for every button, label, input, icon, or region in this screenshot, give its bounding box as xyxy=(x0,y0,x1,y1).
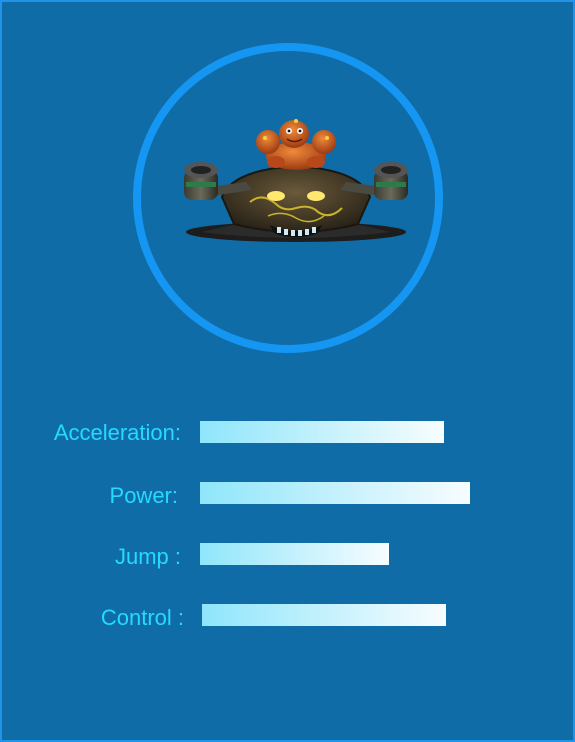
character-stats-panel: Acceleration: Power: Jump : Control : xyxy=(0,0,575,742)
power-bar xyxy=(200,482,490,504)
acceleration-bar xyxy=(200,421,490,443)
control-bar-fill xyxy=(202,604,446,626)
stat-label-power: Power: xyxy=(109,483,178,508)
stat-label-control: Control : xyxy=(100,605,184,630)
stat-label-acceleration: Acceleration: xyxy=(53,420,181,445)
jump-bar-fill xyxy=(200,543,389,565)
acceleration-bar-fill xyxy=(200,421,444,443)
power-bar-fill xyxy=(200,482,470,504)
alien-pilot-hover-ship-icon xyxy=(184,119,408,242)
control-bar xyxy=(202,604,492,626)
jump-bar xyxy=(200,543,490,565)
stat-label-jump: Jump : xyxy=(114,544,181,569)
